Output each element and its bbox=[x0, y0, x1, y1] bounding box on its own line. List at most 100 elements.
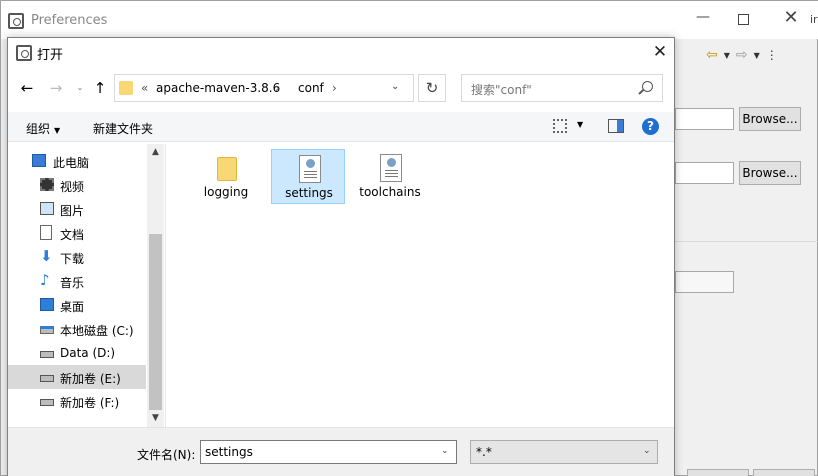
filetype-value: *.* bbox=[476, 445, 492, 459]
tree-item-label: 视频 bbox=[60, 180, 85, 194]
dialog-close-button[interactable]: ✕ bbox=[648, 40, 672, 64]
tree-item-drive-e[interactable]: 新加卷 (E:) bbox=[8, 365, 146, 389]
filename-input[interactable]: settings ⌄ bbox=[200, 440, 457, 464]
minimize-button[interactable]: — bbox=[691, 9, 715, 31]
dialog-app-icon bbox=[16, 45, 32, 61]
file-name: logging bbox=[203, 185, 249, 199]
breadcrumb-apache-maven[interactable]: apache-maven-3.8.6 bbox=[156, 81, 280, 95]
video-icon bbox=[40, 178, 54, 191]
forward-arrow-icon[interactable]: ⇨ bbox=[736, 47, 748, 63]
breadcrumb-separator[interactable]: › bbox=[275, 81, 280, 95]
help-icon[interactable]: ? bbox=[642, 118, 659, 135]
file-list: logging settings toolchains bbox=[165, 144, 674, 427]
preferences-cancel-button[interactable] bbox=[753, 469, 815, 476]
tree-item-music[interactable]: ♪ 音乐 bbox=[8, 269, 146, 293]
command-bar: 组织 ▼ 新建文件夹 ▼ ? bbox=[8, 112, 674, 142]
search-icon bbox=[642, 81, 653, 92]
tree-item-label: 图片 bbox=[60, 204, 85, 218]
tree-item-label: 新加卷 (E:) bbox=[60, 372, 121, 386]
separator bbox=[675, 241, 818, 242]
folder-icon bbox=[215, 153, 237, 181]
chevron-down-icon[interactable]: ▼ bbox=[577, 120, 583, 129]
preferences-history-nav: ⇦ ▼ ⇨ ▼ ⋮ bbox=[706, 45, 778, 65]
path-field-2[interactable] bbox=[675, 162, 734, 184]
chevron-down-icon[interactable]: ⌄ bbox=[441, 446, 449, 456]
filetype-select[interactable]: *.* ⌄ bbox=[470, 440, 658, 464]
drive-icon bbox=[40, 399, 54, 406]
view-options-icon[interactable] bbox=[553, 119, 567, 133]
up-button[interactable]: ↑ bbox=[90, 78, 110, 98]
xml-file-icon bbox=[298, 154, 321, 183]
browse-button-1[interactable]: Browse... bbox=[739, 107, 801, 131]
clipped-edge-text: ir bbox=[810, 13, 818, 26]
desktop-icon bbox=[40, 298, 54, 311]
path-field-3[interactable] bbox=[675, 271, 734, 293]
file-name: toolchains bbox=[359, 185, 421, 199]
filename-label: 文件名(N): bbox=[137, 448, 196, 462]
tree-item-label: 桌面 bbox=[60, 300, 85, 314]
drive-icon bbox=[40, 375, 54, 382]
tree-item-documents[interactable]: 文档 bbox=[8, 221, 146, 245]
system-drive-icon bbox=[40, 326, 54, 334]
tree-item-videos[interactable]: 视频 bbox=[8, 173, 146, 197]
tree-item-desktop[interactable]: 桌面 bbox=[8, 293, 146, 317]
breadcrumb-conf[interactable]: conf bbox=[298, 81, 324, 95]
back-button[interactable]: ← bbox=[17, 78, 37, 98]
tree-item-this-pc[interactable]: 此电脑 bbox=[8, 149, 146, 173]
address-bar[interactable]: « apache-maven-3.8.6 › conf › ⌄ bbox=[114, 74, 414, 102]
file-item-settings[interactable]: settings bbox=[271, 149, 345, 204]
computer-icon bbox=[32, 154, 46, 167]
recent-locations-button[interactable]: ⌄ bbox=[70, 78, 90, 98]
browse-button-2[interactable]: Browse... bbox=[739, 161, 801, 185]
chevron-down-icon[interactable]: ⌄ bbox=[391, 81, 399, 92]
tree-item-label: 本地磁盘 (C:) bbox=[60, 324, 134, 338]
view-menu-icon[interactable]: ⋮ bbox=[766, 48, 778, 62]
tree-item-drive-c[interactable]: 本地磁盘 (C:) bbox=[8, 317, 146, 341]
breadcrumb-separator[interactable]: › bbox=[332, 81, 337, 95]
download-icon: ⬇ bbox=[40, 247, 53, 265]
new-folder-button[interactable]: 新建文件夹 bbox=[93, 120, 153, 137]
folder-icon bbox=[119, 81, 133, 95]
maximize-button[interactable] bbox=[738, 14, 749, 25]
file-item-toolchains[interactable]: toolchains bbox=[353, 149, 427, 204]
scroll-up-icon[interactable]: ▲ bbox=[147, 144, 164, 161]
apply-close-button[interactable] bbox=[687, 469, 749, 476]
search-input[interactable]: 搜索"conf" bbox=[461, 74, 663, 102]
filename-value: settings bbox=[205, 445, 253, 459]
tree-item-label: Data (D:) bbox=[60, 346, 116, 360]
tree-item-label: 此电脑 bbox=[53, 156, 90, 170]
xml-file-icon bbox=[379, 153, 402, 182]
open-file-dialog: 打开 ✕ ← → ⌄ ↑ « apache-maven-3.8.6 › conf… bbox=[7, 37, 675, 476]
navigation-tree: 此电脑 视频 图片 文档 ⬇ 下载 ♪ 音乐 桌面 本地磁盘 (C:) Data… bbox=[8, 144, 164, 427]
tree-item-downloads[interactable]: ⬇ 下载 bbox=[8, 245, 146, 269]
tree-item-drive-d[interactable]: Data (D:) bbox=[8, 341, 146, 365]
dialog-footer: 文件名(N): settings ⌄ *.* ⌄ bbox=[8, 427, 674, 476]
scroll-down-icon[interactable]: ▼ bbox=[147, 410, 164, 427]
forward-button[interactable]: → bbox=[46, 78, 66, 98]
tree-item-drive-f[interactable]: 新加卷 (F:) bbox=[8, 389, 146, 413]
path-field-1[interactable] bbox=[675, 108, 734, 130]
forward-dropdown-icon[interactable]: ▼ bbox=[754, 51, 760, 60]
preview-pane-icon[interactable] bbox=[608, 119, 624, 133]
eclipse-app-icon bbox=[8, 13, 24, 29]
documents-icon bbox=[40, 225, 52, 240]
search-placeholder: 搜索"conf" bbox=[471, 83, 532, 97]
pictures-icon bbox=[40, 202, 54, 215]
organize-label: 组织 bbox=[26, 122, 51, 136]
file-name: settings bbox=[285, 186, 333, 200]
drive-icon bbox=[40, 351, 54, 358]
breadcrumb-overflow[interactable]: « bbox=[141, 81, 148, 95]
organize-menu[interactable]: 组织 ▼ bbox=[26, 120, 60, 137]
refresh-button[interactable]: ↻ bbox=[418, 74, 446, 102]
scrollbar-thumb[interactable] bbox=[149, 234, 162, 410]
tree-scrollbar[interactable]: ▲ ▼ bbox=[147, 144, 164, 427]
tree-item-label: 下载 bbox=[60, 252, 85, 266]
preferences-title: Preferences bbox=[31, 13, 108, 28]
back-dropdown-icon[interactable]: ▼ bbox=[724, 51, 730, 60]
tree-item-pictures[interactable]: 图片 bbox=[8, 197, 146, 221]
file-item-logging[interactable]: logging bbox=[189, 149, 263, 204]
back-arrow-icon[interactable]: ⇦ bbox=[706, 47, 718, 63]
preferences-close-button[interactable]: ✕ bbox=[779, 7, 803, 31]
tree-item-label: 文档 bbox=[60, 228, 85, 242]
chevron-down-icon: ▼ bbox=[54, 126, 61, 135]
